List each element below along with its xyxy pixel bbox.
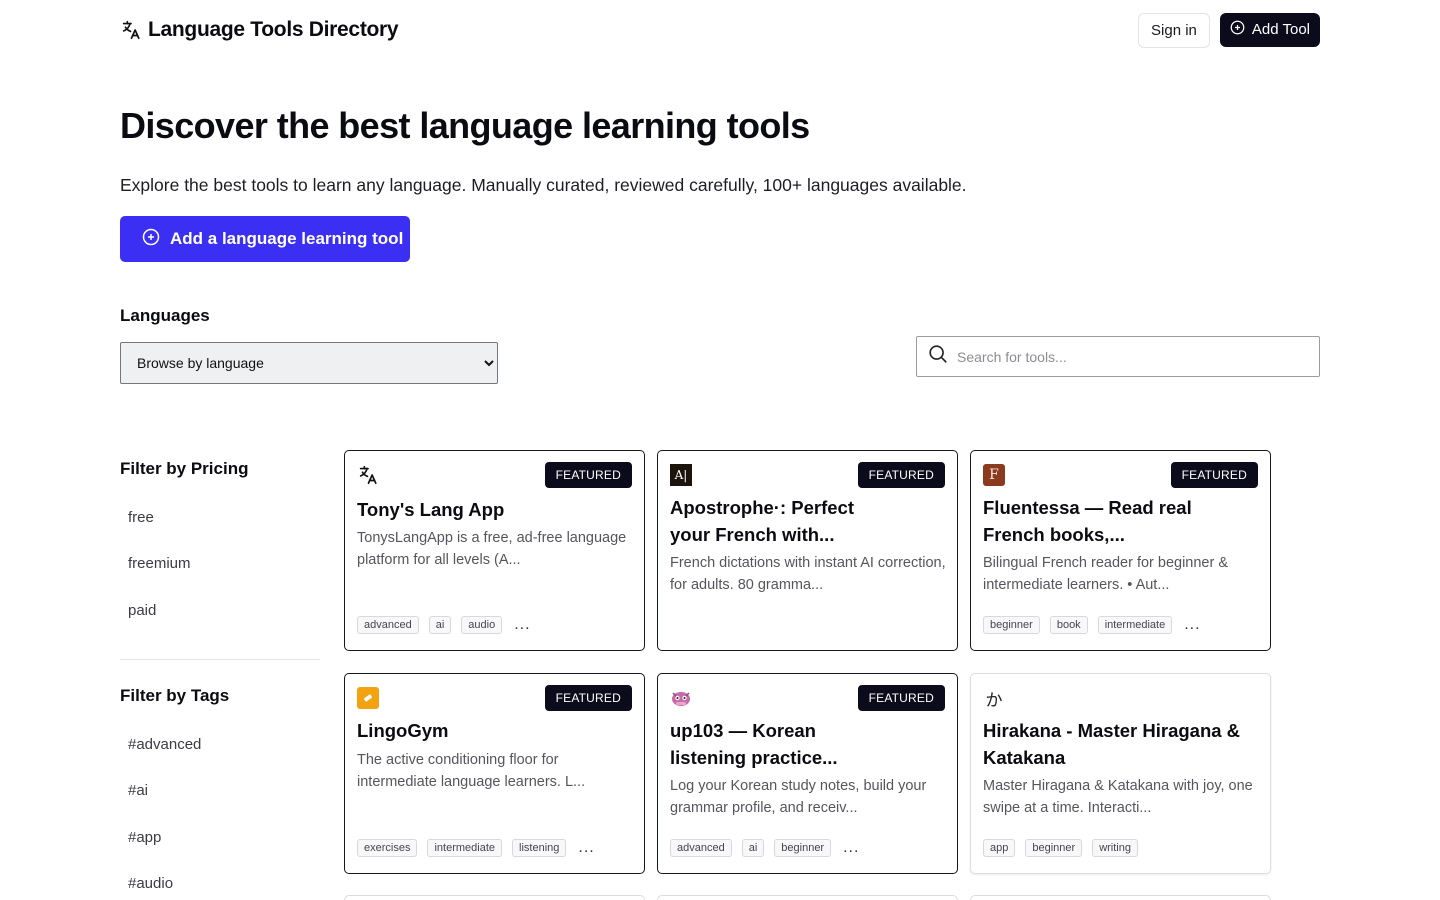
header: Language Tools Directory Sign in Add Too… (120, 12, 1320, 48)
languages-label: Languages (120, 306, 210, 325)
search-box[interactable] (916, 336, 1320, 377)
tool-card-partial[interactable] (970, 895, 1271, 900)
card-description: Log your Korean study notes, build your … (670, 778, 927, 816)
tag-filter-advanced[interactable]: #advanced (128, 736, 201, 753)
featured-badge: FEATURED (544, 685, 632, 711)
featured-badge: FEATURED (1170, 462, 1258, 488)
mascot-logo (670, 687, 692, 709)
pricing-freemium[interactable]: freemium (128, 555, 191, 572)
filter-tags-title: Filter by Tags (120, 686, 230, 705)
more-tags[interactable]: ... (1184, 616, 1200, 634)
tag[interactable]: ai (428, 616, 452, 634)
tag[interactable]: beginner (1025, 839, 1083, 857)
tag[interactable]: beginner (774, 839, 832, 857)
sidebar-divider (120, 659, 320, 660)
card-description: Master Hiragana & Katakana with joy, one… (983, 778, 1253, 816)
page-subtitle: Explore the best tools to learn any lang… (120, 175, 967, 195)
tool-card[interactable]: A| FEATURED Apostrophe·: Perfect your Fr… (657, 450, 958, 651)
more-tags[interactable]: ... (514, 616, 530, 634)
card-title[interactable]: Fluentessa — Read real French books,... (983, 494, 1213, 548)
translate-icon (120, 19, 142, 41)
add-tool-label: Add Tool (1251, 21, 1310, 38)
card-tags: advanced ai beginner ... (670, 839, 859, 857)
tool-card[interactable]: FEATURED up103 — Korean listening practi… (657, 673, 958, 874)
tag[interactable]: listening (512, 839, 567, 857)
search-input[interactable] (957, 348, 1297, 365)
tool-card-partial[interactable] (344, 895, 645, 900)
card-description: TonysLangApp is a free, ad-free language… (357, 530, 627, 568)
card-description: Bilingual French reader for beginner & i… (983, 555, 1229, 593)
tool-card[interactable]: F FEATURED Fluentessa — Read real French… (970, 450, 1271, 651)
hirakana-logo: か (985, 690, 1003, 710)
card-title[interactable]: Tony's Lang App (357, 496, 632, 523)
filter-pricing-title: Filter by Pricing (120, 459, 249, 478)
translate-icon (357, 464, 379, 486)
more-tags[interactable]: ... (843, 839, 859, 857)
card-title[interactable]: LingoGym (357, 717, 632, 744)
add-language-tool-label: Add a language learning tool (170, 229, 404, 248)
pricing-paid[interactable]: paid (128, 602, 156, 619)
sign-in-button[interactable]: Sign in (1138, 12, 1210, 48)
more-tags[interactable]: ... (578, 839, 594, 857)
fluentessa-logo: F (983, 464, 1005, 486)
tag-filter-ai[interactable]: #ai (128, 782, 148, 799)
tool-card[interactable]: FEATURED Tony's Lang App TonysLangApp is… (344, 450, 645, 651)
tag[interactable]: book (1049, 616, 1088, 634)
card-description: French dictations with instant AI correc… (670, 555, 946, 593)
card-tags: advanced ai audio ... (357, 616, 531, 634)
tag[interactable]: audio (461, 616, 503, 634)
brand-title: Language Tools Directory (148, 18, 399, 41)
tag[interactable]: advanced (357, 616, 419, 634)
card-tags: exercises intermediate listening ... (357, 839, 595, 857)
page-title: Discover the best language learning tool… (120, 105, 810, 146)
add-language-tool-button[interactable]: Add a language learning tool (120, 216, 410, 262)
tag[interactable]: writing (1092, 839, 1138, 857)
plus-circle-icon (142, 228, 160, 251)
tag[interactable]: advanced (670, 839, 732, 857)
card-description: The active conditioning floor for interm… (357, 752, 586, 790)
featured-badge: FEATURED (544, 462, 632, 488)
lingogym-logo (357, 687, 379, 709)
language-select[interactable]: Browse by language (120, 342, 498, 384)
featured-badge: FEATURED (857, 685, 945, 711)
brand[interactable]: Language Tools Directory (120, 18, 399, 42)
apostrophe-logo: A| (670, 464, 692, 486)
tag[interactable]: beginner (983, 616, 1040, 634)
pricing-free[interactable]: free (128, 509, 154, 526)
tag[interactable]: app (983, 839, 1016, 857)
tag[interactable]: ai (741, 839, 765, 857)
card-title[interactable]: up103 — Korean listening practice... (670, 717, 860, 771)
tag-filter-app[interactable]: #app (128, 829, 161, 846)
card-title[interactable]: Hirakana - Master Hiragana & Katakana (983, 717, 1243, 771)
tag-filter-audio[interactable]: #audio (128, 875, 173, 892)
tool-card[interactable]: FEATURED LingoGym The active conditionin… (344, 673, 645, 874)
card-tags: beginner book intermediate ... (983, 616, 1201, 634)
tag[interactable]: intermediate (427, 839, 503, 857)
plus-circle-icon (1230, 20, 1245, 39)
tool-card[interactable]: か Hirakana - Master Hiragana & Katakana … (970, 673, 1271, 874)
search-icon (927, 343, 949, 370)
header-actions: Sign in Add Tool (1138, 12, 1320, 48)
tag[interactable]: exercises (357, 839, 418, 857)
add-tool-button[interactable]: Add Tool (1219, 12, 1320, 47)
tag[interactable]: intermediate (1097, 616, 1173, 634)
card-title[interactable]: Apostrophe·: Perfect your French with... (670, 494, 880, 548)
tool-card-partial[interactable] (657, 895, 958, 900)
card-tags: app beginner writing (983, 839, 1138, 857)
featured-badge: FEATURED (857, 462, 945, 488)
